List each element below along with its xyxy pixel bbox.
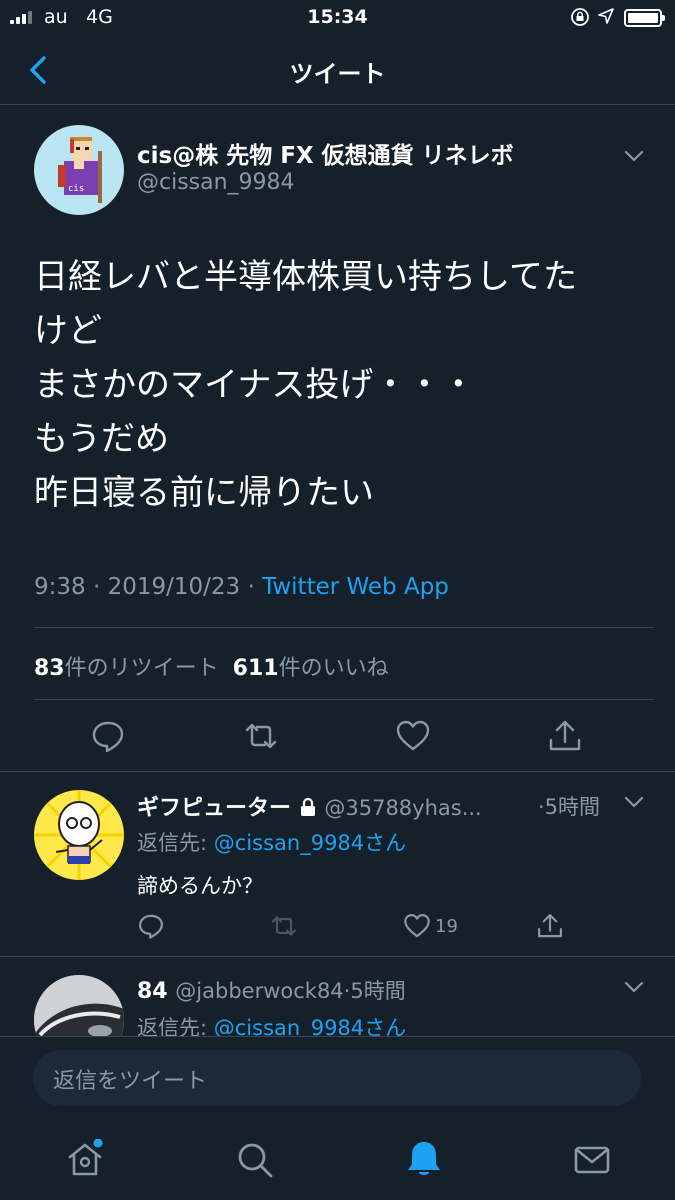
reply-handle[interactable]: @35788yhas... bbox=[324, 796, 481, 820]
messages-icon[interactable] bbox=[572, 1140, 612, 1180]
retweet-icon[interactable] bbox=[243, 718, 279, 754]
reply-text: 諦めるんか？ bbox=[137, 874, 263, 898]
like-label[interactable]: 件のいいね bbox=[279, 656, 389, 681]
tweet-text: 日経レバと半導体株買い持ちしてた けど まさかのマイナス投げ・・・ もうだめ 昨… bbox=[34, 257, 577, 513]
battery-icon bbox=[624, 9, 665, 27]
reply-to-prefix: 返信先: bbox=[137, 831, 214, 855]
svg-text:cis: cis bbox=[68, 184, 84, 194]
avatar[interactable] bbox=[34, 790, 124, 880]
status-bar: au 4G 15:34 bbox=[0, 0, 675, 36]
divider bbox=[34, 627, 654, 628]
home-icon[interactable] bbox=[65, 1139, 105, 1179]
rotation-lock-icon bbox=[571, 8, 589, 26]
retweet-count[interactable]: 83 bbox=[34, 656, 65, 681]
like-count[interactable]: 611 bbox=[233, 656, 279, 681]
chevron-down-icon[interactable] bbox=[624, 981, 644, 993]
user-handle[interactable]: @cissan_9984 bbox=[137, 170, 295, 195]
nav-bar: ツイート bbox=[0, 36, 675, 105]
reply-time: ·5時間 bbox=[538, 795, 601, 819]
pixel-avatar-icon: cis bbox=[58, 137, 102, 203]
divider bbox=[0, 956, 675, 957]
reply-icon[interactable] bbox=[90, 718, 126, 754]
like-icon[interactable] bbox=[395, 718, 431, 754]
chevron-down-icon[interactable] bbox=[624, 150, 644, 162]
notifications-icon[interactable] bbox=[404, 1139, 444, 1179]
reply-handle[interactable]: @jabberwock84 bbox=[175, 979, 343, 1003]
tweet-source-link[interactable]: Twitter Web App bbox=[262, 574, 449, 600]
reply-like-count[interactable]: 19 bbox=[435, 916, 458, 937]
display-name[interactable]: cis@株 先物 FX 仮想通貨 リネレボ bbox=[137, 136, 514, 170]
search-icon[interactable] bbox=[235, 1140, 275, 1180]
lock-icon bbox=[300, 797, 315, 816]
tweet-time: 9:38 bbox=[34, 574, 86, 600]
reply-author[interactable]: 84 @jabberwock84·5時間 bbox=[137, 975, 406, 1005]
cartoon-avatar-icon bbox=[34, 790, 124, 880]
reply-display-name[interactable]: 84 bbox=[137, 979, 168, 1004]
reply-to-line: 返信先: @cissan_9984さん bbox=[137, 827, 406, 857]
divider bbox=[34, 699, 654, 700]
retweet-label[interactable]: 件のリツイート bbox=[65, 656, 219, 681]
like-icon[interactable] bbox=[403, 912, 431, 940]
location-icon bbox=[598, 8, 614, 24]
reply-to-mention[interactable]: @cissan_9984さん bbox=[214, 831, 406, 855]
tweet-date: 2019/10/23 bbox=[107, 574, 241, 600]
reply-time: ·5時間 bbox=[343, 979, 406, 1003]
reply-display-name[interactable]: ギフピューター bbox=[137, 796, 291, 821]
avatar[interactable]: cis bbox=[34, 125, 124, 215]
divider bbox=[0, 771, 675, 772]
share-icon[interactable] bbox=[536, 912, 564, 940]
retweet-icon[interactable] bbox=[270, 912, 298, 940]
chevron-down-icon[interactable] bbox=[624, 796, 644, 808]
tweet-stats: 83件のリツイート 611件のいいね bbox=[34, 650, 389, 682]
reply-author[interactable]: ギフピューター @35788yhas... bbox=[137, 790, 482, 822]
page-title: ツイート bbox=[289, 60, 386, 88]
tweet-meta: 9:38 · 2019/10/23 · Twitter Web App bbox=[34, 574, 449, 600]
share-icon[interactable] bbox=[547, 718, 583, 754]
composer-placeholder[interactable]: 返信をツイート bbox=[53, 1063, 207, 1095]
reply-icon[interactable] bbox=[137, 912, 165, 940]
